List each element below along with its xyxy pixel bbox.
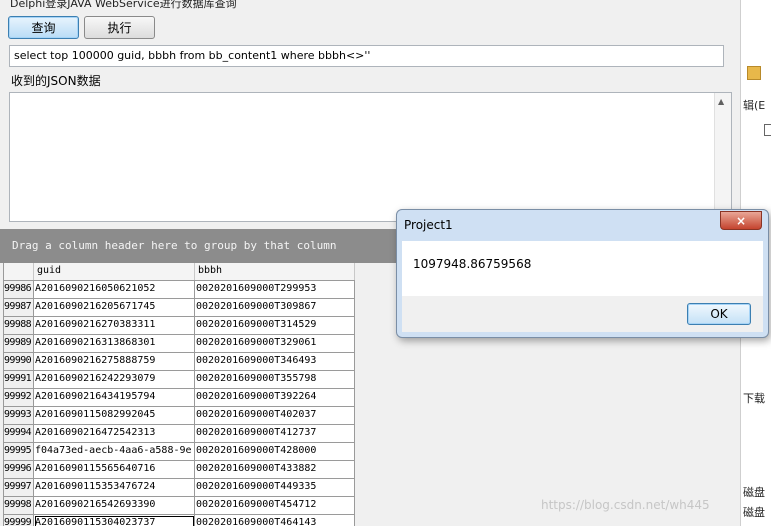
cell-guid[interactable]: A2016090216472542313 bbox=[34, 425, 195, 442]
row-indicator[interactable]: 99989 bbox=[4, 335, 34, 352]
row-indicator[interactable]: 99991 bbox=[4, 371, 34, 388]
row-indicator[interactable]: 99988 bbox=[4, 317, 34, 334]
cell-bbbh[interactable]: 0020201609000T355798 bbox=[195, 371, 355, 388]
cell-bbbh[interactable]: 0020201609000T299953 bbox=[195, 281, 355, 298]
row-indicator[interactable]: 99986 bbox=[4, 281, 34, 298]
cell-bbbh[interactable]: 0020201609000T329061 bbox=[195, 335, 355, 352]
table-row[interactable]: 99991 A2016090216242293079 0020201609000T3… bbox=[4, 371, 355, 389]
cell-guid[interactable]: A2016090115304023737 bbox=[34, 515, 195, 526]
column-header-guid[interactable]: guid bbox=[34, 263, 195, 280]
window-title: Delphi登录JAVA WebService进行数据库查询 bbox=[10, 0, 237, 10]
row-indicator[interactable]: 99987 bbox=[4, 299, 34, 316]
table-row[interactable]: 99986 A2016090216050621052 0020201609000T2… bbox=[4, 281, 355, 299]
indicator-header bbox=[4, 263, 34, 280]
table-row[interactable]: 99992 A2016090216434195794 0020201609000T3… bbox=[4, 389, 355, 407]
folder-icon bbox=[747, 66, 761, 80]
scroll-up-arrow-icon[interactable]: ▲ bbox=[718, 97, 724, 106]
cell-guid[interactable]: A2016090216275888759 bbox=[34, 353, 195, 370]
bg-square-icon bbox=[764, 124, 771, 136]
table-row[interactable]: 99996 A2016090115565640716 0020201609000T4… bbox=[4, 461, 355, 479]
cell-bbbh[interactable]: 0020201609000T314529 bbox=[195, 317, 355, 334]
row-indicator[interactable]: 99995 bbox=[4, 443, 34, 460]
row-indicator[interactable]: 99999 bbox=[4, 515, 34, 526]
cell-bbbh[interactable]: 0020201609000T412737 bbox=[195, 425, 355, 442]
cell-bbbh[interactable]: 0020201609000T454712 bbox=[195, 497, 355, 514]
grid-body: 99986 A2016090216050621052 0020201609000T2… bbox=[4, 281, 355, 526]
table-row[interactable]: 99990 A2016090216275888759 0020201609000T3… bbox=[4, 353, 355, 371]
bg-fragment-4: 磁盘 bbox=[743, 506, 765, 519]
table-row[interactable]: 99994 A2016090216472542313 0020201609000T4… bbox=[4, 425, 355, 443]
table-row[interactable]: 99989 A2016090216313868301 0020201609000T3… bbox=[4, 335, 355, 353]
ok-button[interactable]: OK bbox=[687, 303, 751, 325]
row-indicator[interactable]: 99990 bbox=[4, 353, 34, 370]
json-label: 收到的JSON数据 bbox=[11, 74, 101, 88]
cell-guid[interactable]: A2016090216434195794 bbox=[34, 389, 195, 406]
cell-bbbh[interactable]: 0020201609000T392264 bbox=[195, 389, 355, 406]
dialog-title: Project1 bbox=[404, 218, 453, 232]
row-indicator[interactable]: 99996 bbox=[4, 461, 34, 478]
cell-guid[interactable]: A2016090216270383311 bbox=[34, 317, 195, 334]
cell-guid[interactable]: A2016090216242293079 bbox=[34, 371, 195, 388]
table-row[interactable]: 99987 A2016090216205671745 0020201609000T3… bbox=[4, 299, 355, 317]
grid-header: guid bbbh bbox=[4, 263, 355, 281]
cell-bbbh[interactable]: 0020201609000T402037 bbox=[195, 407, 355, 424]
cell-bbbh[interactable]: 0020201609000T449335 bbox=[195, 479, 355, 496]
cell-bbbh[interactable]: 0020201609000T309867 bbox=[195, 299, 355, 316]
row-indicator[interactable]: 99997 bbox=[4, 479, 34, 496]
bg-fragment-3: 磁盘 bbox=[743, 486, 765, 499]
cell-guid[interactable]: A2016090216313868301 bbox=[34, 335, 195, 352]
table-row[interactable]: 99997 A2016090115353476724 0020201609000T4… bbox=[4, 479, 355, 497]
table-row[interactable]: 99995 f04a73ed-aecb-4aa6-a588-9e 002020160… bbox=[4, 443, 355, 461]
data-grid[interactable]: guid bbbh 99986 A2016090216050621052 00202… bbox=[3, 263, 355, 526]
json-memo[interactable]: ▲ bbox=[9, 92, 732, 222]
cell-guid[interactable]: A2016090216205671745 bbox=[34, 299, 195, 316]
cell-bbbh[interactable]: 0020201609000T346493 bbox=[195, 353, 355, 370]
row-indicator[interactable]: 99998 bbox=[4, 497, 34, 514]
group-by-hint: Drag a column header here to group by th… bbox=[12, 239, 337, 252]
cell-guid[interactable]: f04a73ed-aecb-4aa6-a588-9e bbox=[34, 443, 195, 460]
cell-guid[interactable]: A2016090115353476724 bbox=[34, 479, 195, 496]
memo-scrollbar[interactable]: ▲ bbox=[714, 93, 731, 221]
watermark: https://blog.csdn.net/wh445 bbox=[541, 498, 710, 512]
row-indicator[interactable]: 99993 bbox=[4, 407, 34, 424]
dialog-message: 1097948.86759568 bbox=[413, 257, 532, 271]
bg-fragment-1: 辑(E bbox=[743, 99, 766, 112]
dialog-footer: OK bbox=[402, 296, 763, 332]
table-row[interactable]: 99998 A2016090216542693390 0020201609000T4… bbox=[4, 497, 355, 515]
query-button[interactable]: 查询 bbox=[8, 16, 79, 39]
execute-button[interactable]: 执行 bbox=[84, 16, 155, 39]
dialog-body: 1097948.86759568 bbox=[402, 241, 763, 296]
cell-guid[interactable]: A2016090216050621052 bbox=[34, 281, 195, 298]
cell-bbbh[interactable]: 0020201609000T428000 bbox=[195, 443, 355, 460]
table-row[interactable]: 99988 A2016090216270383311 0020201609000T3… bbox=[4, 317, 355, 335]
cell-guid[interactable]: A2016090115565640716 bbox=[34, 461, 195, 478]
cell-guid[interactable]: A2016090115082992045 bbox=[34, 407, 195, 424]
message-dialog: Project1 × 1097948.86759568 OK bbox=[396, 209, 769, 338]
table-row[interactable]: 99993 A2016090115082992045 0020201609000T4… bbox=[4, 407, 355, 425]
cell-bbbh[interactable]: 0020201609000T433882 bbox=[195, 461, 355, 478]
row-indicator[interactable]: 99992 bbox=[4, 389, 34, 406]
column-header-bbbh[interactable]: bbbh bbox=[195, 263, 355, 280]
close-icon[interactable]: × bbox=[720, 211, 762, 230]
row-indicator[interactable]: 99994 bbox=[4, 425, 34, 442]
table-row[interactable]: 99999 A2016090115304023737 0020201609000T4… bbox=[4, 515, 355, 526]
cell-guid[interactable]: A2016090216542693390 bbox=[34, 497, 195, 514]
bg-fragment-2: 下载 bbox=[743, 392, 765, 405]
sql-input[interactable]: select top 100000 guid, bbbh from bb_con… bbox=[9, 45, 724, 67]
cell-bbbh[interactable]: 0020201609000T464143 bbox=[195, 515, 355, 526]
